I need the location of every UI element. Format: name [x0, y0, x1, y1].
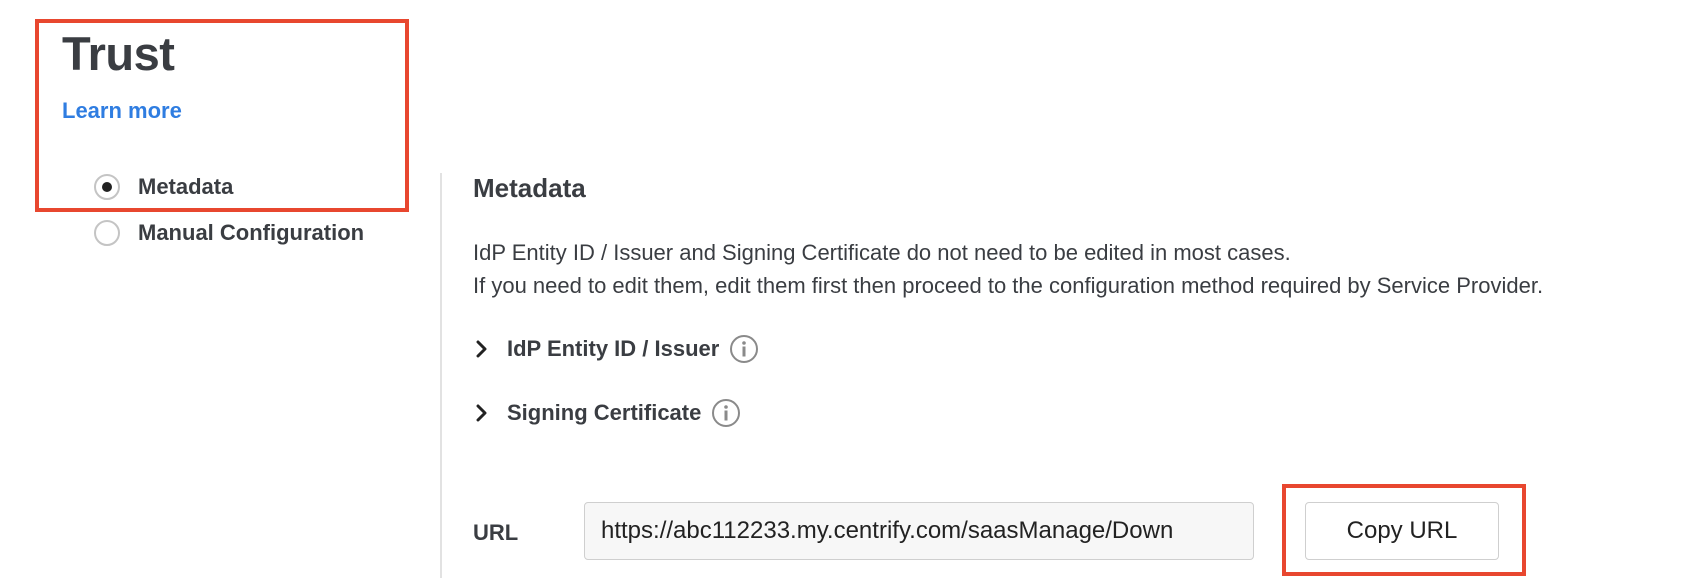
url-label: URL — [473, 520, 519, 545]
idp-entity-id-label[interactable]: IdP Entity ID / Issuer — [507, 332, 719, 366]
signing-certificate-expander[interactable]: Signing Certificate — [475, 396, 741, 430]
radio-option-manual-configuration[interactable]: Manual Configuration — [94, 217, 364, 249]
idp-entity-id-expander[interactable]: IdP Entity ID / Issuer — [475, 332, 759, 366]
signing-certificate-label[interactable]: Signing Certificate — [507, 396, 701, 430]
metadata-section-title: Metadata — [473, 173, 586, 203]
metadata-description: IdP Entity ID / Issuer and Signing Certi… — [473, 236, 1543, 302]
info-icon[interactable] — [729, 334, 759, 364]
chevron-right-icon[interactable] — [475, 332, 497, 366]
radio-label-metadata: Metadata — [138, 174, 234, 199]
description-line-1: IdP Entity ID / Issuer and Signing Certi… — [473, 240, 1291, 265]
radio-button-unchecked-icon[interactable] — [94, 220, 120, 246]
metadata-url-input[interactable] — [584, 502, 1254, 560]
learn-more-link[interactable]: Learn more — [62, 97, 182, 125]
radio-button-checked-icon[interactable] — [94, 174, 120, 200]
radio-option-metadata[interactable]: Metadata — [94, 171, 364, 203]
page-title: Trust — [62, 27, 175, 80]
info-icon[interactable] — [711, 398, 741, 428]
copy-url-button[interactable]: Copy URL — [1305, 502, 1499, 560]
description-line-2: If you need to edit them, edit them firs… — [473, 273, 1544, 298]
trust-method-radio-group: Metadata Manual Configuration — [94, 171, 364, 263]
chevron-right-icon[interactable] — [475, 396, 497, 430]
radio-label-manual-configuration: Manual Configuration — [138, 220, 365, 245]
vertical-divider — [440, 173, 442, 578]
